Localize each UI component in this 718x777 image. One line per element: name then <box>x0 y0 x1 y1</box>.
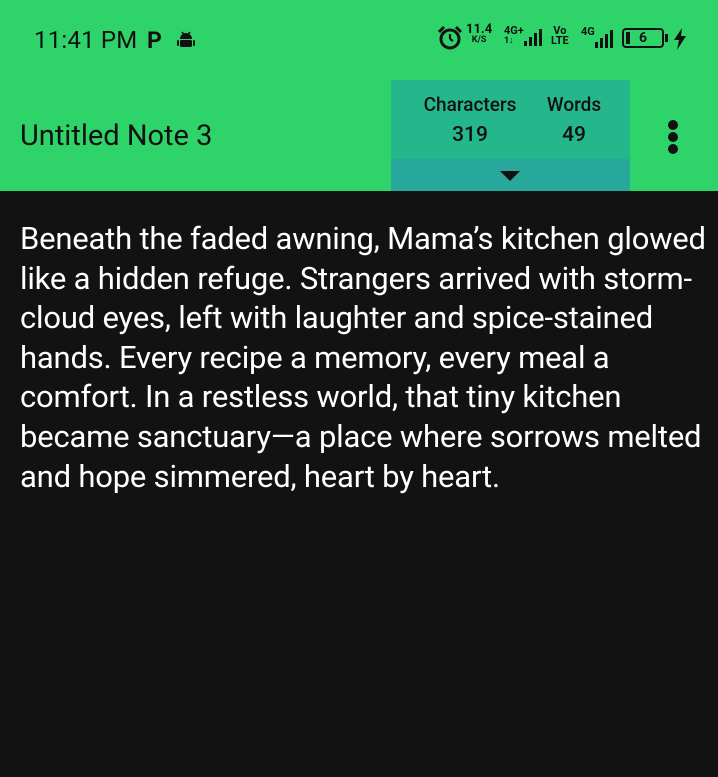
status-time: 11:41 PM <box>34 26 138 54</box>
status-bar: 11:41 PM P 11.4 K/S 4G+ 1↓ Vo LTE 4G 6 <box>0 0 718 80</box>
counter-expand-button[interactable] <box>391 159 630 191</box>
app-header: 11:41 PM P 11.4 K/S 4G+ 1↓ Vo LTE 4G 6 U… <box>0 0 718 191</box>
network-type-1-sub: 1↓ <box>504 36 514 46</box>
characters-value: 319 <box>452 123 488 147</box>
battery-nub <box>665 34 668 42</box>
word-counter-panel[interactable]: Characters 319 Words 49 <box>391 80 630 191</box>
chevron-down-icon <box>500 171 520 181</box>
signal-icon <box>523 28 543 52</box>
p-notification-icon: P <box>147 27 162 54</box>
network-type-2: 4G <box>581 25 595 38</box>
more-vertical-icon[interactable] <box>662 116 686 156</box>
characters-counter: Characters 319 <box>415 93 525 147</box>
speed-value: 11.4 <box>466 22 493 37</box>
battery-icon: 6 <box>622 28 664 48</box>
charging-icon <box>673 28 687 54</box>
volte-indicator: Vo LTE <box>551 25 569 47</box>
note-body-text[interactable]: Beneath the faded awning, Mama’s kitchen… <box>20 219 708 496</box>
characters-label: Characters <box>423 93 517 116</box>
signal-icon-2 <box>594 30 614 52</box>
battery-level: 6 <box>638 30 648 46</box>
alarm-icon <box>437 25 463 55</box>
network-type-1: 4G+ 1↓ <box>504 25 524 47</box>
words-value: 49 <box>562 123 586 147</box>
network-type-1-label: 4G+ <box>504 24 524 37</box>
words-label: Words <box>546 93 602 116</box>
status-icons: 11.4 K/S 4G+ 1↓ Vo LTE 4G 6 <box>437 22 697 58</box>
network-speed: 11.4 K/S <box>466 22 493 46</box>
note-title[interactable]: Untitled Note 3 <box>20 119 212 153</box>
volte-bottom: LTE <box>551 34 569 47</box>
android-icon <box>176 30 196 54</box>
words-counter: Words 49 <box>541 93 607 147</box>
